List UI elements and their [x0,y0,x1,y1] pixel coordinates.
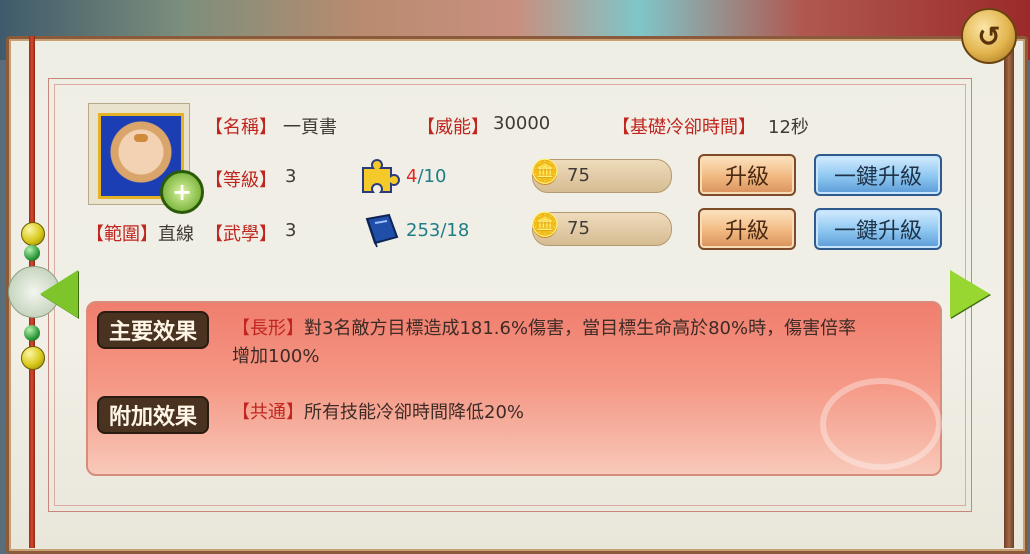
cooldown-value: 12秒 [768,117,809,138]
zoom-in-icon[interactable]: + [160,170,204,214]
coin-stack-icon: 🪙 [530,211,560,239]
right-scroll-pole [1004,36,1014,548]
main-effect-text: 【長形】對3名敵方目標造成181.6%傷害，當目標生命高於80%時，傷害倍率 增… [232,315,932,371]
back-button[interactable]: ↺ [961,8,1017,64]
power-value: 30000 [493,113,551,134]
back-arrow-icon: ↺ [977,19,1001,53]
extra-effect-value: 所有技能冷卻時間降低20% [304,402,525,423]
book-count: 253/18 [406,220,470,241]
level-label: 【等級】 [205,170,277,191]
book-icon [365,213,399,248]
coin-cost-value: 75 [567,218,590,239]
fragment-current: 4 [406,166,418,187]
cooldown-label: 【基礎冷卻時間】 [612,117,756,138]
extra-effect-key: 【共通】 [232,402,304,423]
power-label: 【威能】 [417,117,489,138]
fragment-total: /10 [417,166,447,187]
name-value: 一頁書 [283,117,337,138]
extra-effect-tag: 附加效果 [97,396,210,434]
fragment-count: 4/10 [406,166,446,187]
one-click-upgrade-button[interactable]: 一鍵升級 [814,154,942,196]
left-arrow-icon[interactable] [40,270,78,318]
name-label: 【名稱】 [205,117,277,138]
bead-ornament [24,245,40,261]
martial-label: 【武學】 [205,224,277,245]
main-effect-line2: 增加100% [232,346,320,367]
bead-ornament [21,346,45,370]
extra-effect-text: 【共通】所有技能冷卻時間降低20% [232,399,932,427]
upgrade-button[interactable]: 升級 [698,154,796,196]
range-value: 直線 [158,224,194,245]
right-arrow-icon[interactable] [950,270,990,318]
main-effect-key: 【長形】 [232,318,304,339]
main-effect-tag: 主要效果 [97,311,210,349]
coin-stack-icon: 🪙 [530,158,560,186]
martial-value: 3 [285,220,297,241]
avatar-crown [134,134,148,142]
coin-cost-value: 75 [567,165,590,186]
puzzle-fragment-icon [362,159,400,193]
level-value: 3 [285,166,297,187]
bead-ornament [24,325,40,341]
range-label: 【範圍】 [86,224,158,245]
main-effect-line1: 對3名敵方目標造成181.6%傷害，當目標生命高於80%時，傷害倍率 [304,318,857,339]
upgrade-button[interactable]: 升級 [698,208,796,250]
one-click-upgrade-button[interactable]: 一鍵升級 [814,208,942,250]
bead-ornament [21,222,45,246]
